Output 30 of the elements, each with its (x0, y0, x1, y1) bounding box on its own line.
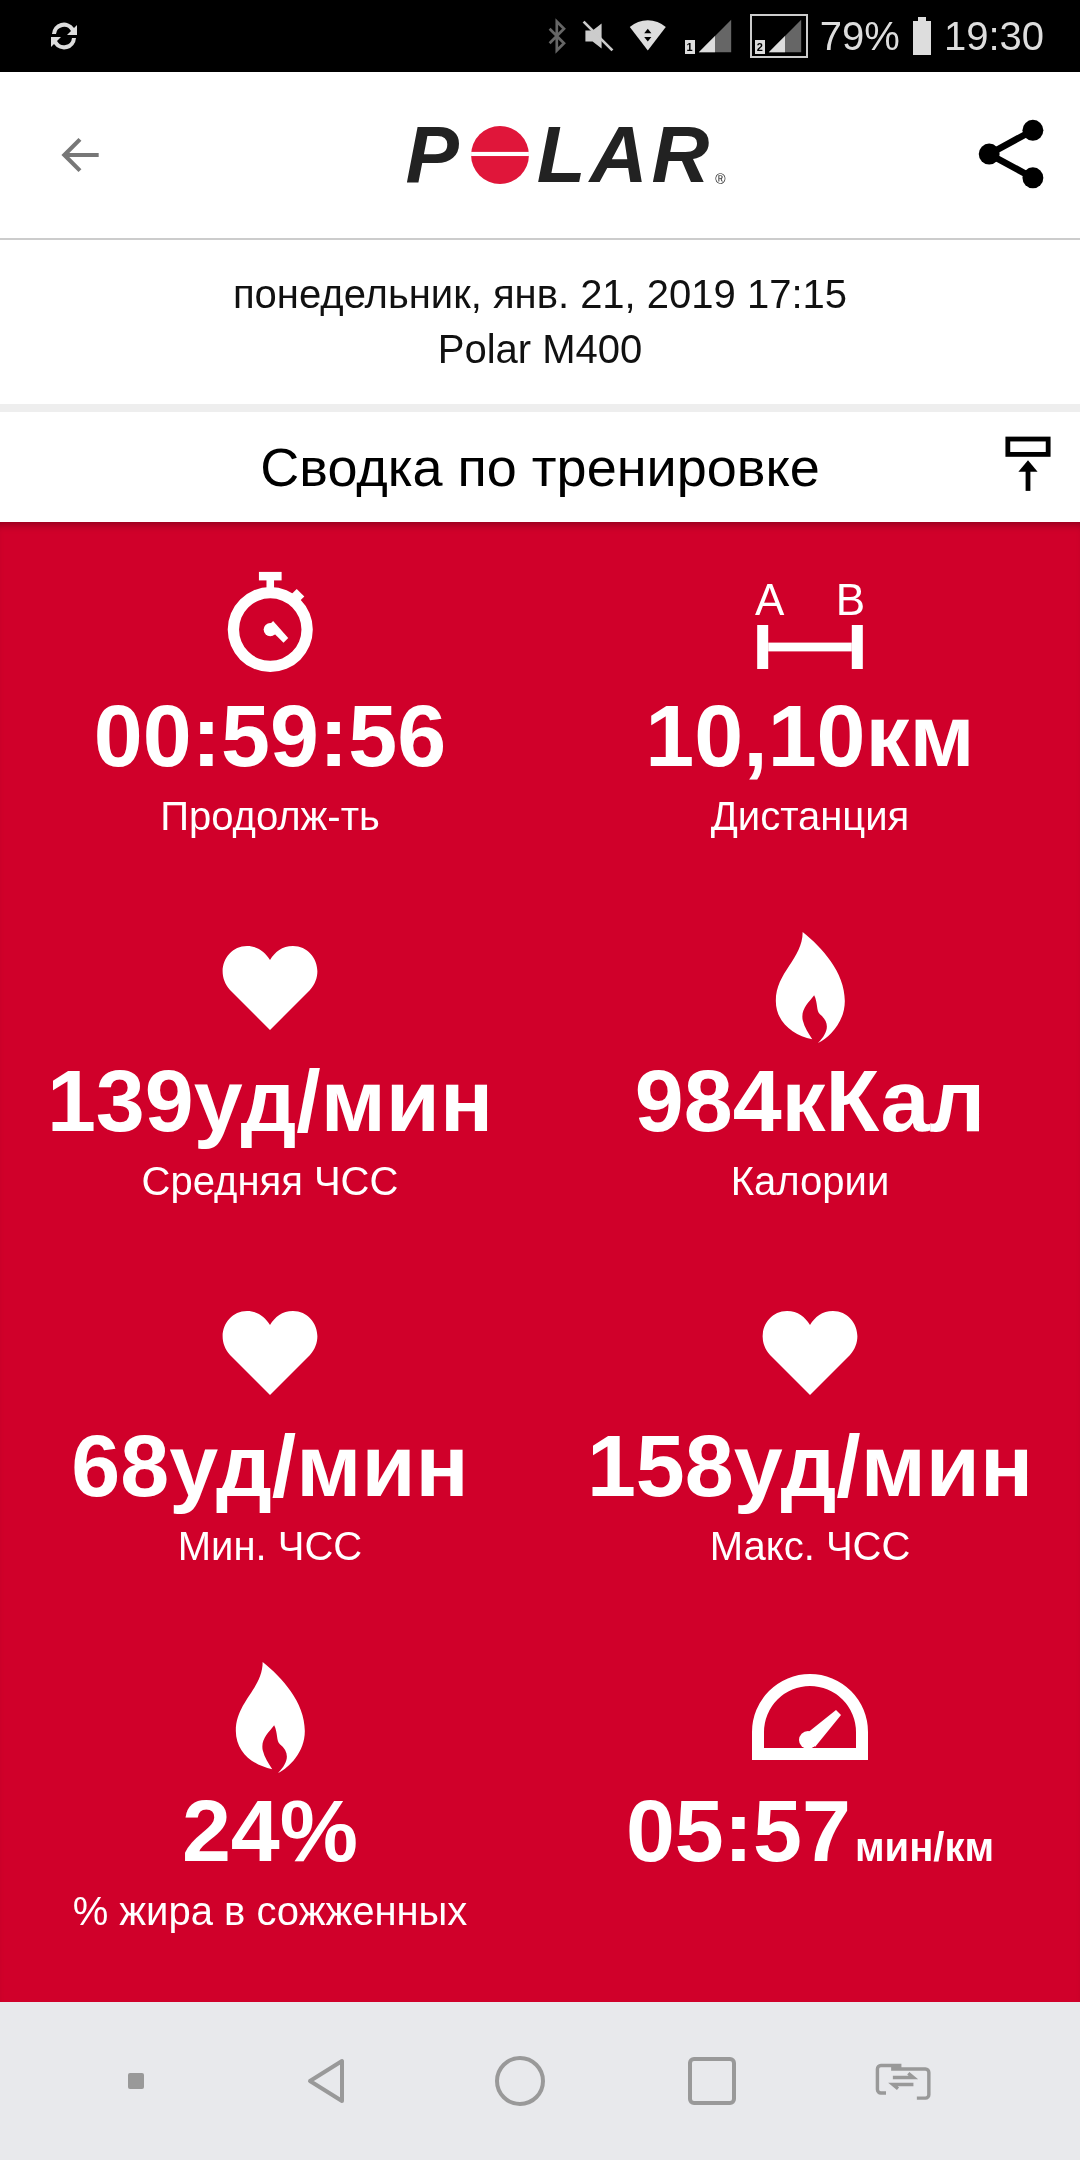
export-icon[interactable] (1004, 434, 1052, 494)
metric-value: 05:57 мин/км (625, 1780, 995, 1882)
logo-disc-icon (468, 124, 531, 186)
metric-label: Дистанция (710, 793, 910, 840)
metric-label: % жира в сожженных (72, 1888, 468, 1935)
registered-mark: ® (715, 171, 726, 187)
logo-text: P (405, 109, 463, 201)
metric-label: Мин. ЧСС (177, 1523, 363, 1570)
metric-label: Средняя ЧСС (141, 1158, 399, 1205)
battery-icon (911, 16, 932, 56)
speedometer-icon (750, 1672, 870, 1762)
metric-label: Макс. ЧСС (709, 1523, 911, 1570)
section-title: Сводка по тренировке (260, 436, 820, 498)
logo-text: LAR (536, 109, 714, 201)
signal-icon: 2 (749, 14, 808, 58)
metric-value: 984кКал (634, 1050, 986, 1152)
metric-label: Продолж-ть (160, 793, 380, 840)
metric-value: 139уд/мин (46, 1050, 494, 1152)
bluetooth-icon (546, 18, 568, 54)
metric-label: Калории (730, 1158, 890, 1205)
metric-value: 24% (181, 1780, 359, 1882)
session-date: понедельник, янв. 21, 2019 17:15 (232, 272, 848, 317)
mute-icon (580, 18, 616, 54)
battery-percent: 79% (819, 13, 900, 59)
metric-value: 158уд/мин (586, 1415, 1034, 1517)
metric-value: 10,10км (645, 685, 975, 787)
metric-value: 00:59:56 (93, 685, 447, 787)
metric-value: 68уд/мин (71, 1415, 469, 1517)
device-name: Polar M400 (437, 327, 643, 372)
clock: 19:30 (943, 13, 1044, 59)
